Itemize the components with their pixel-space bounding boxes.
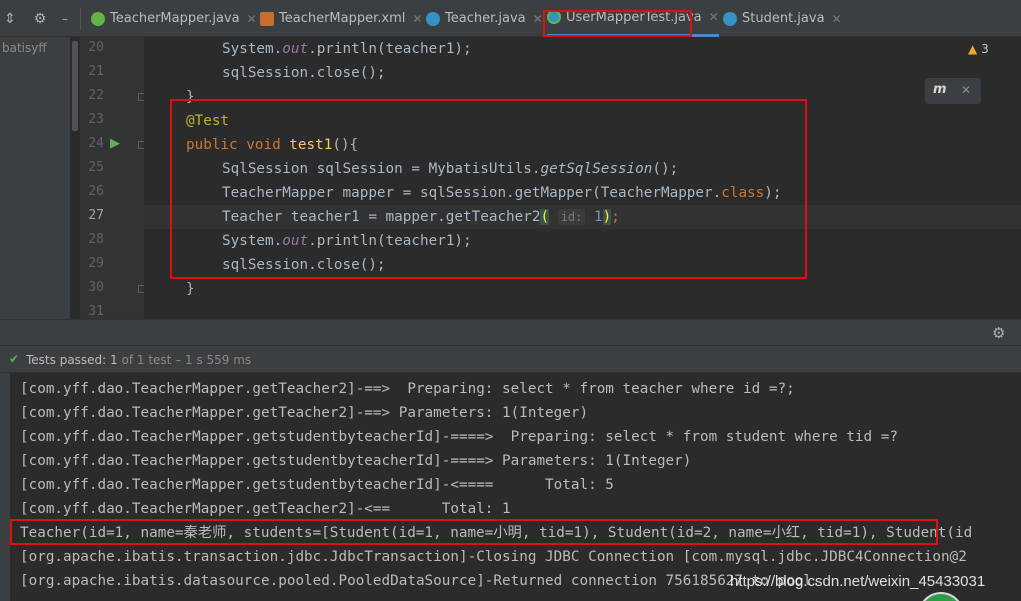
console-line: [com.yff.dao.TeacherMapper.getTeacher2]-… — [20, 381, 795, 397]
tab-teachermapper-java[interactable]: TeacherMapper.java ✕ — [91, 0, 257, 37]
console-line: Teacher(id=1, name=秦老师, students=[Studen… — [20, 525, 973, 541]
tab-label: UserMapperTest.java — [566, 9, 702, 25]
close-icon[interactable]: ✕ — [533, 12, 543, 26]
line-number: 24 — [88, 136, 104, 151]
code-line-26: TeacherMapper mapper = sqlSession.getMap… — [222, 185, 782, 201]
run-toolwindow-header: ⚙ — [0, 319, 1021, 345]
scroll-thumb[interactable] — [72, 41, 78, 131]
project-name: batisyff — [2, 41, 47, 55]
code-line-30: } — [186, 281, 195, 297]
minimize-icon[interactable]: – — [55, 9, 75, 29]
test-class-icon — [547, 10, 561, 24]
class-icon — [426, 11, 440, 26]
code-line-25: SqlSession sqlSession = MybatisUtils.get… — [222, 161, 679, 177]
close-icon[interactable]: ✕ — [961, 83, 971, 97]
interface-icon — [91, 11, 105, 26]
project-scrollbar[interactable] — [70, 37, 80, 319]
console-output[interactable]: [com.yff.dao.TeacherMapper.getTeacher2]-… — [10, 373, 1021, 601]
parameter-hint: id: — [557, 209, 586, 225]
tab-label: Teacher.java — [445, 11, 526, 26]
code-line-20: System.out.println(teacher1); — [222, 41, 472, 57]
maven-icon[interactable]: m — [933, 82, 947, 97]
code-line-27: Teacher teacher1 = mapper.getTeacher2( i… — [222, 209, 620, 225]
toolbar-divider — [80, 8, 81, 30]
maven-reload-popup[interactable]: m ✕ — [925, 78, 981, 104]
check-icon: ✔ — [9, 352, 20, 366]
console-line: [org.apache.ibatis.datasource.pooled.Poo… — [20, 573, 821, 589]
console-line: [com.yff.dao.TeacherMapper.getTeacher2]-… — [20, 405, 589, 421]
line-number: 31 — [88, 304, 104, 319]
collapse-all-icon[interactable]: ⇕ — [0, 9, 20, 29]
tab-label: Student.java — [742, 11, 825, 26]
line-number: 28 — [88, 232, 104, 247]
code-line-29: sqlSession.close(); — [222, 257, 386, 273]
code-line-28: System.out.println(teacher1); — [222, 233, 472, 249]
close-icon[interactable]: ✕ — [412, 12, 422, 26]
code-line-21: sqlSession.close(); — [222, 65, 386, 81]
tab-student-java[interactable]: Student.java ✕ — [723, 0, 842, 37]
console-line: [com.yff.dao.TeacherMapper.getstudentbyt… — [20, 477, 614, 493]
tab-label: TeacherMapper.xml — [279, 11, 406, 26]
close-icon[interactable]: ✕ — [247, 12, 257, 26]
code-line-22: } — [186, 89, 195, 105]
inspection-warnings[interactable]: ▲ 3 — [968, 42, 989, 56]
tab-label: TeacherMapper.java — [110, 11, 240, 26]
watermark: https://blog.csdn.net/weixin_45433031 — [730, 573, 986, 590]
line-number: 20 — [88, 40, 104, 55]
line-number: 25 — [88, 160, 104, 175]
line-number-gutter: 20 21 22 23 24 25 26 27 28 29 30 31 — [80, 37, 146, 319]
console-line: [com.yff.dao.TeacherMapper.getTeacher2]-… — [20, 501, 511, 517]
run-test-icon[interactable]: ▶ — [110, 137, 124, 151]
tab-teachermapper-xml[interactable]: TeacherMapper.xml ✕ — [260, 0, 422, 37]
console-left-strip — [0, 373, 10, 601]
line-number: 22 — [88, 88, 104, 103]
console-line: [com.yff.dao.TeacherMapper.getstudentbyt… — [20, 429, 898, 445]
test-status-bar: ✔ Tests passed: 1 of 1 test – 1 s 559 ms — [0, 345, 1021, 373]
line-number: 30 — [88, 280, 104, 295]
line-number: 23 — [88, 112, 104, 127]
code-line-23: @Test — [186, 113, 230, 129]
test-status-text: Tests passed: 1 of 1 test – 1 s 559 ms — [26, 353, 252, 367]
line-number: 26 — [88, 184, 104, 199]
tab-usermappertest-java[interactable]: UserMapperTest.java ✕ — [547, 0, 719, 37]
close-icon[interactable]: ✕ — [832, 12, 842, 26]
gear-icon[interactable]: ⚙ — [992, 324, 1005, 342]
editor-tab-bar: ⇕ ⚙ – TeacherMapper.java ✕ TeacherMapper… — [0, 0, 1021, 37]
gear-icon[interactable]: ⚙ — [30, 9, 50, 29]
console-line: [com.yff.dao.TeacherMapper.getstudentbyt… — [20, 453, 692, 469]
console-line: [org.apache.ibatis.transaction.jdbc.Jdbc… — [20, 549, 967, 565]
project-pane[interactable]: batisyff — [0, 37, 70, 319]
line-number: 21 — [88, 64, 104, 79]
code-line-24: public void test1(){ — [186, 137, 359, 153]
line-number: 29 — [88, 256, 104, 271]
xml-file-icon — [260, 11, 274, 26]
class-icon — [723, 11, 737, 26]
tab-teacher-java[interactable]: Teacher.java ✕ — [426, 0, 543, 37]
line-number: 27 — [88, 208, 104, 223]
close-icon[interactable]: ✕ — [709, 10, 719, 24]
warning-icon: ▲ — [968, 42, 978, 56]
